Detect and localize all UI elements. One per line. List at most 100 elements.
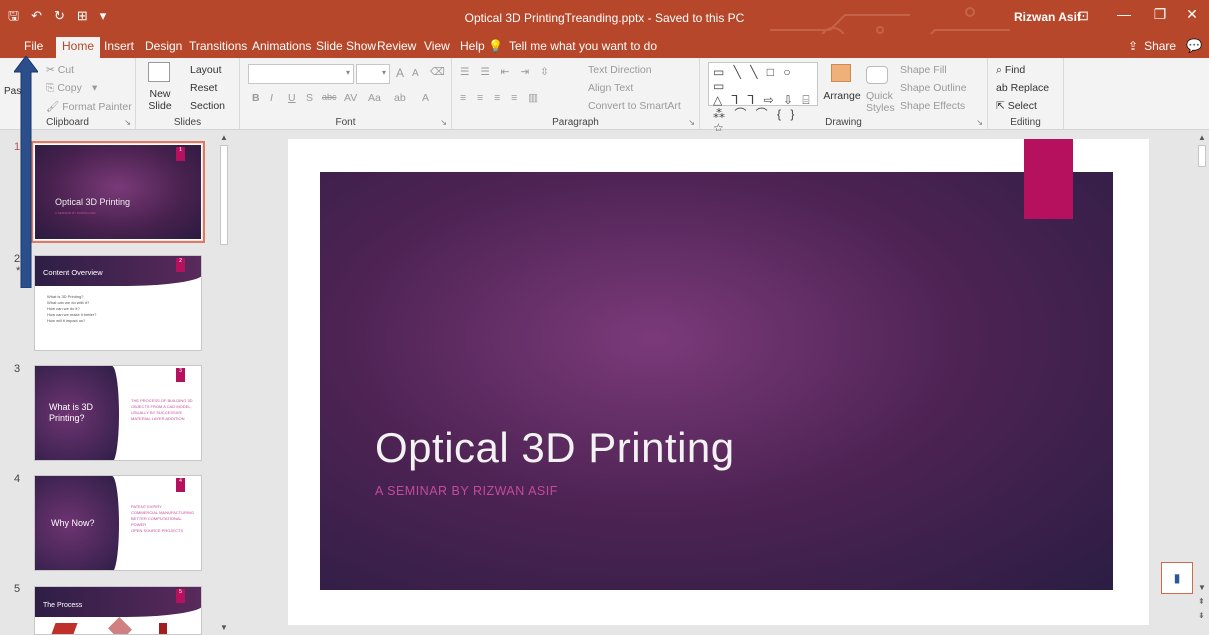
previous-slide-icon[interactable]: ⇞: [1198, 597, 1205, 606]
user-name[interactable]: Rizwan Asif: [1014, 10, 1081, 24]
thumb-title: Content Overview: [43, 268, 103, 277]
character-spacing-button[interactable]: AV: [344, 92, 357, 104]
replace-button[interactable]: ab Replace: [996, 82, 1049, 94]
highlight-button[interactable]: ab: [394, 92, 406, 104]
shadow-button[interactable]: S: [306, 92, 313, 104]
shape-fill-button[interactable]: Shape Fill: [900, 64, 947, 76]
new-slide-label-2[interactable]: Slide: [142, 100, 178, 112]
close-button[interactable]: ✕: [1172, 6, 1209, 23]
scroll-down-icon[interactable]: ▼: [220, 623, 228, 632]
new-slide-label-1[interactable]: New: [142, 88, 178, 100]
copy-dropdown-icon[interactable]: ▾: [92, 82, 97, 94]
quick-styles-label-2[interactable]: Styles: [866, 102, 895, 114]
font-name-combo[interactable]: ▾: [248, 64, 354, 84]
strikethrough-button[interactable]: abc: [322, 92, 337, 102]
format-painter-button[interactable]: 🖌 Format Painter: [46, 100, 132, 113]
thumb-subtitle: A SEMINAR BY RIZWAN ASIF: [55, 211, 97, 215]
slide-subtitle[interactable]: A SEMINAR BY RIZWAN ASIF: [375, 484, 558, 498]
comments-icon[interactable]: 💬: [1186, 38, 1202, 54]
slide-thumbnail-1[interactable]: 1 Optical 3D Printing A SEMINAR BY RIZWA…: [31, 141, 205, 243]
arrange-button[interactable]: Arrange: [822, 90, 862, 102]
scroll-up-icon[interactable]: ▲: [220, 133, 228, 142]
paragraph-group: ☰ ☰ ⇤ ⇥ ⇳ ≡ ≡ ≡ ≡ ▥ Text Direction Align…: [452, 58, 700, 130]
scroll-thumb[interactable]: [1198, 145, 1206, 167]
bookmark-icon[interactable]: ▮: [1161, 562, 1193, 594]
thumb-tag: 4: [176, 478, 185, 492]
slide-thumbnail-5[interactable]: 5 The Process: [34, 586, 202, 635]
tab-file[interactable]: File: [18, 38, 49, 58]
paragraph-launcher-icon[interactable]: ↘: [688, 118, 695, 127]
tab-design[interactable]: Design: [139, 38, 188, 58]
new-slide-icon[interactable]: [148, 62, 170, 82]
quick-styles-label-1[interactable]: Quick: [866, 90, 893, 102]
bold-button[interactable]: B: [252, 92, 260, 104]
arrange-icon[interactable]: [831, 64, 851, 82]
thumb-number-4: 4: [14, 473, 21, 485]
thumb-tag: 1: [176, 147, 185, 161]
share-button[interactable]: ⇪ Share: [1128, 39, 1176, 53]
ribbon-display-options-icon[interactable]: ⊡: [1078, 8, 1089, 24]
font-size-combo[interactable]: ▾: [356, 64, 390, 84]
thumb-number-3: 3: [14, 363, 21, 375]
grow-font-button[interactable]: A: [396, 66, 404, 80]
tell-me-text: Tell me what you want to do: [508, 39, 658, 53]
clipboard-launcher-icon[interactable]: ↘: [124, 118, 131, 127]
font-launcher-icon[interactable]: ↘: [440, 118, 447, 127]
align-buttons-icon[interactable]: ≡ ≡ ≡ ≡ ▥: [460, 92, 542, 104]
thumb-bullets: PATENT EXPIRY COMMERCIAL MANUFACTURING B…: [131, 504, 194, 533]
select-button[interactable]: ⇱ Select: [996, 100, 1037, 112]
replace-icon: ab: [996, 82, 1011, 94]
tab-review[interactable]: Review: [371, 38, 422, 58]
font-color-button[interactable]: A: [422, 92, 429, 104]
find-icon: ⌕: [996, 64, 1005, 76]
annotation-arrow-icon: [14, 56, 38, 288]
thumbnail-scrollbar[interactable]: ▲ ▼: [217, 131, 231, 635]
convert-smartart-button[interactable]: Convert to SmartArt: [588, 100, 681, 112]
drawing-launcher-icon[interactable]: ↘: [976, 118, 983, 127]
scroll-down-icon[interactable]: ▼: [1198, 583, 1206, 592]
scroll-thumb[interactable]: [220, 145, 228, 245]
layout-button[interactable]: Layout: [190, 64, 222, 76]
tab-help[interactable]: Help: [454, 38, 491, 58]
thumb-title: What is 3D Printing?: [49, 402, 94, 423]
slide-thumbnail-3[interactable]: 3 What is 3D Printing? THE PROCESS OF BU…: [34, 365, 202, 461]
quick-styles-icon[interactable]: [866, 66, 888, 84]
underline-button[interactable]: U: [288, 92, 296, 104]
thumb-title: Optical 3D Printing: [55, 197, 131, 207]
italic-button[interactable]: I: [270, 92, 273, 104]
list-buttons-icon[interactable]: ☰ ☰ ⇤ ⇥ ⇳: [460, 66, 553, 78]
thumb-tag: 3: [176, 368, 185, 382]
tab-insert[interactable]: Insert: [98, 38, 140, 58]
section-button[interactable]: Section: [190, 100, 225, 112]
editing-label: Editing: [1010, 117, 1041, 128]
scroll-up-icon[interactable]: ▲: [1198, 133, 1206, 142]
shapes-gallery[interactable]: ▭ ╲ ╲ □ ○ ▭ △ ⅂ ⅂ ⇨ ⇩ ⌸ ⁂ ⌒ ⌒ { } ☆: [708, 62, 818, 135]
slide-thumbnail-4[interactable]: 4 Why Now? PATENT EXPIRY COMMERCIAL MANU…: [34, 475, 202, 571]
tab-transitions[interactable]: Transitions: [183, 38, 253, 58]
change-case-button[interactable]: Aa: [368, 92, 381, 104]
thumb-body: THE PROCESS OF BUILDING 3D OBJECTS FROM …: [131, 398, 193, 421]
tab-animations[interactable]: Animations: [246, 38, 317, 58]
find-button[interactable]: ⌕ Find: [996, 64, 1025, 77]
shape-effects-button[interactable]: Shape Effects: [900, 100, 965, 112]
slide-accent-tag[interactable]: [1024, 139, 1073, 219]
align-text-button[interactable]: Align Text: [588, 82, 633, 94]
clear-formatting-icon[interactable]: ⌫: [430, 66, 445, 78]
tell-me-search[interactable]: 💡 Tell me what you want to do: [488, 39, 657, 53]
slide-thumbnail-2[interactable]: 2 Content Overview What is 3D Printing? …: [34, 255, 202, 351]
shrink-font-button[interactable]: A: [412, 68, 419, 79]
slide-title[interactable]: Optical 3D Printing: [375, 424, 735, 472]
lightbulb-icon: 💡: [488, 39, 503, 53]
reset-button[interactable]: Reset: [190, 82, 217, 94]
shape-outline-button[interactable]: Shape Outline: [900, 82, 967, 94]
next-slide-icon[interactable]: ⇟: [1198, 611, 1205, 620]
editor-scrollbar[interactable]: ▲ ▼ ⇞ ⇟: [1195, 131, 1209, 635]
text-direction-button[interactable]: Text Direction: [588, 64, 652, 76]
cut-button[interactable]: ✂ Cut: [46, 64, 74, 76]
thumb-tag: 5: [176, 589, 185, 603]
tab-view[interactable]: View: [418, 38, 456, 58]
minimize-button[interactable]: —: [1104, 6, 1144, 22]
copy-button[interactable]: ⎘ Copy: [46, 82, 82, 95]
tab-home[interactable]: Home: [56, 37, 101, 58]
slide-background[interactable]: [320, 172, 1113, 590]
